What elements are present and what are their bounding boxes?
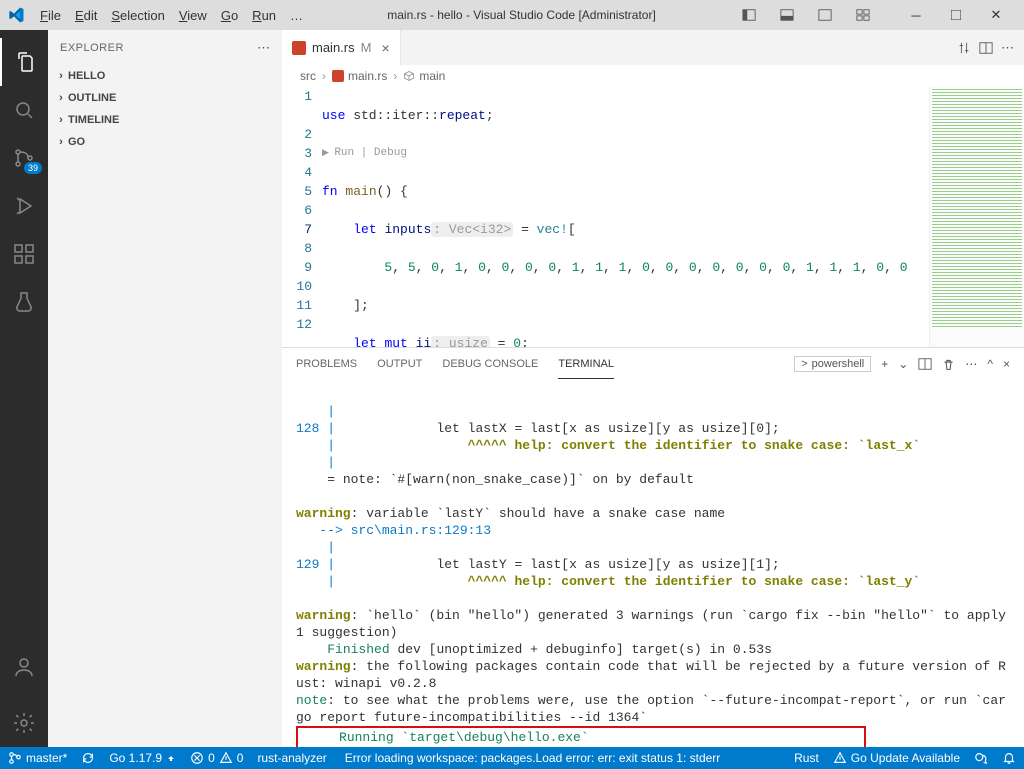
- status-problems[interactable]: 0 0: [190, 751, 243, 765]
- panel-tab-output[interactable]: OUTPUT: [377, 350, 422, 378]
- vscode-logo-icon: [8, 7, 24, 23]
- explorer-section-go[interactable]: ›GO: [48, 133, 282, 151]
- status-rust-analyzer[interactable]: rust-analyzer: [257, 751, 326, 765]
- layout-bottom-icon[interactable]: [772, 3, 802, 27]
- menu-edit[interactable]: Edit: [69, 4, 103, 27]
- activity-debug[interactable]: [0, 182, 48, 230]
- title-actions: ─ ✕: [734, 0, 1016, 30]
- status-go-version[interactable]: Go 1.17.9: [109, 751, 176, 765]
- rust-file-icon: [292, 41, 306, 55]
- minimize-button[interactable]: ─: [896, 0, 936, 30]
- layout-custom-icon[interactable]: [848, 3, 878, 27]
- panel-maximize-icon[interactable]: ^: [987, 357, 993, 371]
- statusbar: master* Go 1.17.9 0 0 rust-analyzer Erro…: [0, 747, 1024, 769]
- sidebar-title: EXPLORER: [60, 42, 124, 54]
- tab-main-rs[interactable]: main.rs M ×: [282, 30, 401, 65]
- explorer-section-hello[interactable]: ›HELLO: [48, 67, 282, 85]
- editor-compare-icon[interactable]: [957, 41, 971, 55]
- layout-left-icon[interactable]: [734, 3, 764, 27]
- close-button[interactable]: ✕: [976, 0, 1016, 30]
- status-load-error[interactable]: Error loading workspace: packages.Load e…: [341, 751, 721, 765]
- activity-account[interactable]: [0, 643, 48, 691]
- maximize-button[interactable]: [936, 0, 976, 30]
- menu-go[interactable]: Go: [215, 4, 244, 27]
- activity-explorer[interactable]: [0, 38, 48, 86]
- panel-tab-problems[interactable]: PROBLEMS: [296, 350, 357, 378]
- minimap[interactable]: [929, 87, 1024, 347]
- activity-extensions[interactable]: [0, 230, 48, 278]
- menu-view[interactable]: View: [173, 4, 213, 27]
- menu-selection[interactable]: Selection: [105, 4, 170, 27]
- terminal-split-icon[interactable]: [918, 357, 932, 371]
- rust-file-icon: [332, 70, 344, 82]
- editor-split-icon[interactable]: [979, 41, 993, 55]
- terminal-kill-icon[interactable]: [942, 358, 955, 371]
- panel-close-icon[interactable]: ×: [1003, 357, 1010, 371]
- sidebar-more-icon[interactable]: ⋯: [257, 40, 270, 56]
- menubar: File Edit Selection View Go Run …: [34, 4, 309, 27]
- tab-name: main.rs: [312, 40, 355, 55]
- status-language[interactable]: Rust: [794, 751, 819, 765]
- status-go-update[interactable]: Go Update Available: [833, 751, 960, 765]
- activity-testing[interactable]: [0, 278, 48, 326]
- activity-scm[interactable]: 39: [0, 134, 48, 182]
- status-bell-icon[interactable]: [1002, 751, 1016, 765]
- terminal-dropdown-icon[interactable]: ⌄: [898, 357, 908, 371]
- codelens-run-debug[interactable]: Run | Debug: [322, 144, 1024, 163]
- editor-more-icon[interactable]: ⋯: [1001, 40, 1014, 56]
- editor-tabs: main.rs M × ⋯: [282, 30, 1024, 65]
- sidebar: EXPLORER ⋯ ›HELLO ›OUTLINE ›TIMELINE ›GO: [48, 30, 282, 747]
- titlebar: File Edit Selection View Go Run … main.r…: [0, 0, 1024, 30]
- panel: PROBLEMS OUTPUT DEBUG CONSOLE TERMINAL >…: [282, 347, 1024, 747]
- code-content[interactable]: use std::iter::repeat; Run | Debug fn ma…: [322, 87, 1024, 347]
- menu-file[interactable]: File: [34, 4, 67, 27]
- explorer-section-timeline[interactable]: ›TIMELINE: [48, 111, 282, 129]
- terminal-shell-selector[interactable]: >powershell: [794, 356, 871, 372]
- panel-tab-debug[interactable]: DEBUG CONSOLE: [442, 350, 538, 378]
- status-feedback-icon[interactable]: [974, 751, 988, 765]
- editor-area: main.rs M × ⋯ src› main.rs› main 1 2 3 4…: [282, 30, 1024, 747]
- activity-search[interactable]: [0, 86, 48, 134]
- explorer-section-outline[interactable]: ›OUTLINE: [48, 89, 282, 107]
- line-gutter: 1 2 3 4 5 6 7 8 9 10 11 12: [282, 87, 322, 347]
- menu-run[interactable]: Run: [246, 4, 282, 27]
- status-branch[interactable]: master*: [8, 751, 67, 765]
- terminal-new-icon[interactable]: +: [881, 357, 888, 371]
- breadcrumbs[interactable]: src› main.rs› main: [282, 65, 1024, 87]
- menu-more[interactable]: …: [284, 4, 309, 27]
- tab-close-icon[interactable]: ×: [381, 40, 389, 56]
- panel-more-icon[interactable]: ⋯: [965, 357, 977, 371]
- window-title: main.rs - hello - Visual Studio Code [Ad…: [309, 8, 734, 22]
- activity-settings[interactable]: [0, 699, 48, 747]
- status-sync[interactable]: [81, 751, 95, 765]
- code-editor[interactable]: 1 2 3 4 5 6 7 8 9 10 11 12 use std::iter…: [282, 87, 1024, 347]
- terminal-content[interactable]: | 128 | let lastX = last[x as usize][y a…: [282, 380, 1024, 747]
- panel-tab-terminal[interactable]: TERMINAL: [558, 350, 614, 379]
- tab-modified-indicator: M: [361, 40, 372, 55]
- scm-badge: 39: [24, 162, 42, 174]
- layout-right-icon[interactable]: [810, 3, 840, 27]
- activitybar: 39: [0, 30, 48, 747]
